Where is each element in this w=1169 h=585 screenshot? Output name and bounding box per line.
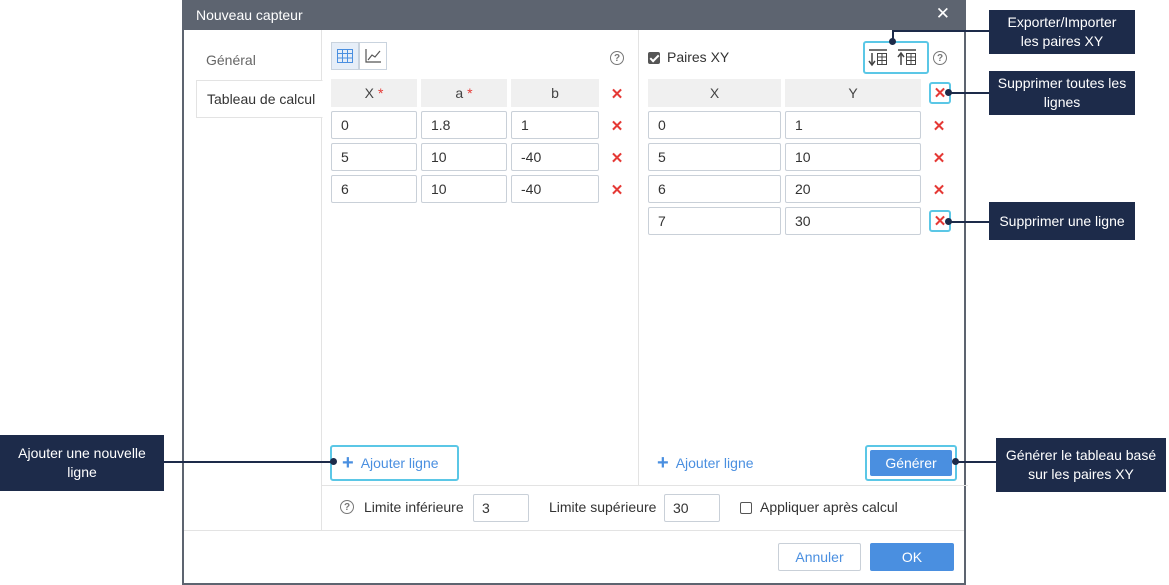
xy-cell-x[interactable]: 7 <box>648 207 781 235</box>
export-button[interactable] <box>868 49 888 67</box>
xy-pairs-checkbox[interactable] <box>648 52 660 64</box>
xy-col-header-x: X <box>648 79 781 107</box>
plus-icon: + <box>342 452 354 474</box>
callout-connector <box>893 30 989 32</box>
help-icon[interactable]: ? <box>610 51 624 65</box>
callout-export-import: Exporter/Importer les paires XY <box>989 10 1135 54</box>
dialog-titlebar: Nouveau capteur ✕ <box>184 0 964 30</box>
dialog-title: Nouveau capteur <box>196 7 303 23</box>
calc-cell-b[interactable]: -40 <box>511 143 599 171</box>
cancel-button[interactable]: Annuler <box>778 543 861 571</box>
add-row-label: Ajouter ligne <box>360 455 439 471</box>
xy-cell-y[interactable]: 1 <box>785 111 921 139</box>
add-row-link[interactable]: + Ajouter ligne <box>342 452 439 474</box>
required-marker: * <box>377 85 384 101</box>
upper-limit-input[interactable]: 30 <box>664 494 720 522</box>
limits-divider <box>322 485 968 486</box>
callout-dot <box>889 38 896 45</box>
callout-generate: Générer le tableau basé sur les paires X… <box>996 438 1166 492</box>
table-view-button[interactable] <box>331 42 359 70</box>
callout-dot <box>330 458 337 465</box>
generate-button[interactable]: Générer <box>870 450 952 476</box>
callout-connector <box>956 461 996 463</box>
calc-cell-b[interactable]: -40 <box>511 175 599 203</box>
col-header-b: b <box>511 79 599 107</box>
calc-cell-x[interactable]: 6 <box>331 175 417 203</box>
plus-icon: + <box>657 452 669 474</box>
lower-limit-label: Limite inférieure <box>364 499 464 515</box>
footer-divider <box>184 530 964 531</box>
col-header-a-label: a <box>455 85 464 101</box>
delete-all-rows-icon[interactable]: ✕ <box>609 86 625 102</box>
callout-connector <box>948 92 989 94</box>
calc-cell-b[interactable]: 1 <box>511 111 599 139</box>
col-header-x: X * <box>331 79 417 107</box>
delete-row-icon[interactable]: ✕ <box>931 150 947 166</box>
callout-dot <box>945 218 952 225</box>
table-icon <box>337 49 353 63</box>
ok-button[interactable]: OK <box>870 543 954 571</box>
dialog-sidebar: Général Tableau de calcul <box>184 30 323 530</box>
xy-cell-x[interactable]: 0 <box>648 111 781 139</box>
sidebar-item-general[interactable]: Général <box>196 41 322 79</box>
sensor-dialog: Nouveau capteur ✕ Général Tableau de cal… <box>182 0 968 585</box>
callout-delete-all: Supprimer toutes les lignes <box>989 71 1135 115</box>
upper-limit-label: Limite supérieure <box>549 499 657 515</box>
xy-cell-x[interactable]: 5 <box>648 143 781 171</box>
xy-pairs-label: Paires XY <box>667 49 730 65</box>
apply-after-calc-label: Appliquer après calcul <box>760 499 898 515</box>
lower-limit-input[interactable]: 3 <box>473 494 529 522</box>
delete-row-icon[interactable]: ✕ <box>609 182 625 198</box>
chart-view-button[interactable] <box>359 42 387 70</box>
calc-cell-a[interactable]: 10 <box>421 175 507 203</box>
sidebar-item-calc-table[interactable]: Tableau de calcul <box>196 80 323 118</box>
callout-delete-one: Supprimer une ligne <box>989 202 1135 240</box>
col-header-x-label: X <box>364 85 374 101</box>
xy-cell-y[interactable]: 20 <box>785 175 921 203</box>
callout-connector <box>164 461 332 463</box>
panel-divider <box>638 30 639 485</box>
xy-cell-y[interactable]: 10 <box>785 143 921 171</box>
chart-icon <box>365 49 381 63</box>
callout-dot <box>952 458 959 465</box>
export-icon <box>868 49 887 67</box>
calc-cell-x[interactable]: 0 <box>331 111 417 139</box>
apply-after-calc-checkbox[interactable] <box>740 502 752 514</box>
callout-connector <box>948 221 989 223</box>
xy-col-header-y: Y <box>785 79 921 107</box>
help-icon[interactable]: ? <box>340 500 354 514</box>
calc-cell-a[interactable]: 1.8 <box>421 111 507 139</box>
help-icon[interactable]: ? <box>933 51 947 65</box>
callout-add-row: Ajouter une nouvelle ligne <box>0 435 164 491</box>
delete-row-icon[interactable]: ✕ <box>931 182 947 198</box>
delete-row-icon[interactable]: ✕ <box>931 118 947 134</box>
calc-cell-a[interactable]: 10 <box>421 143 507 171</box>
calc-cell-x[interactable]: 5 <box>331 143 417 171</box>
xy-cell-y[interactable]: 30 <box>785 207 921 235</box>
col-header-a: a * <box>421 79 507 107</box>
import-icon <box>897 49 916 65</box>
callout-dot <box>945 89 952 96</box>
required-marker: * <box>467 85 473 101</box>
close-icon[interactable]: ✕ <box>936 5 950 22</box>
add-xy-row-label: Ajouter ligne <box>675 455 754 471</box>
add-xy-row-link[interactable]: + Ajouter ligne <box>657 452 754 474</box>
import-button[interactable] <box>897 49 917 67</box>
delete-row-icon[interactable]: ✕ <box>609 118 625 134</box>
delete-row-icon[interactable]: ✕ <box>609 150 625 166</box>
xy-cell-x[interactable]: 6 <box>648 175 781 203</box>
